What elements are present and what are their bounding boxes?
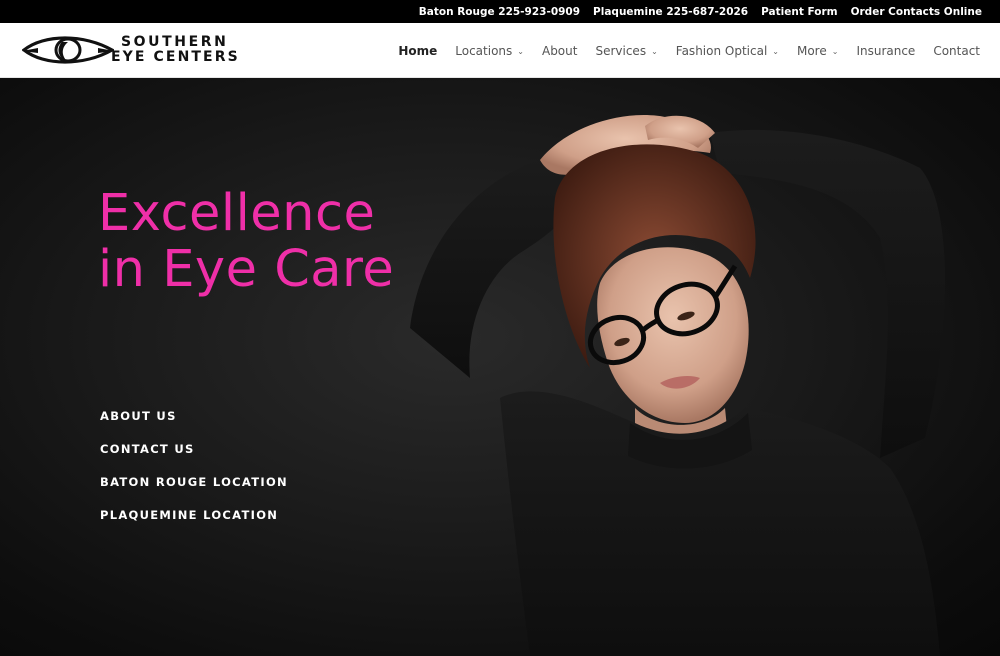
nav-locations[interactable]: Locations ⌄ — [455, 44, 524, 58]
plaquemine-location-link[interactable]: PLAQUEMINE LOCATION — [100, 507, 288, 523]
nav-more-label: More — [796, 43, 827, 58]
contact-us-link[interactable]: CONTACT US — [100, 441, 288, 457]
order-contacts-link[interactable]: Order Contacts Online — [851, 6, 982, 18]
chevron-down-icon: ⌄ — [517, 47, 524, 56]
nav-about[interactable]: About — [542, 44, 577, 58]
top-bar: Baton Rouge 225-923-0909 Plaquemine 225-… — [0, 0, 1000, 23]
about-us-link[interactable]: ABOUT US — [100, 408, 288, 424]
nav-locations-label: Locations — [455, 43, 513, 58]
logo-wordmark: SOUTHERN EYE CENTERS — [111, 34, 240, 65]
nav-fashion-optical[interactable]: Fashion Optical ⌄ — [676, 44, 779, 58]
nav-contact[interactable]: Contact — [933, 44, 980, 58]
logo-line-2: EYE CENTERS — [111, 49, 240, 65]
eye-logo-icon — [22, 36, 114, 64]
hero-photo — [410, 114, 945, 656]
nav-fashion-optical-label: Fashion Optical — [675, 43, 768, 58]
nav-more[interactable]: More ⌄ — [797, 44, 838, 58]
logo-line-1: SOUTHERN — [121, 34, 229, 50]
nav-home-label: Home — [398, 43, 438, 58]
plaquemine-phone-link[interactable]: Plaquemine 225-687-2026 — [593, 6, 748, 18]
patient-form-link[interactable]: Patient Form — [761, 6, 837, 18]
hero-headline-line-1: Excellence — [98, 184, 376, 243]
hero-links: ABOUT US CONTACT US BATON ROUGE LOCATION… — [100, 408, 288, 523]
site-logo[interactable]: SOUTHERN EYE CENTERS — [22, 32, 272, 68]
nav-home[interactable]: Home — [398, 44, 437, 58]
hero-headline: Excellence in Eye Care — [98, 186, 394, 298]
chevron-down-icon: ⌄ — [831, 47, 839, 56]
nav-services[interactable]: Services ⌄ — [595, 44, 657, 58]
nav-about-label: About — [541, 43, 578, 58]
baton-rouge-phone-link[interactable]: Baton Rouge 225-923-0909 — [419, 6, 580, 18]
nav-contact-label: Contact — [933, 43, 980, 58]
nav-insurance[interactable]: Insurance — [856, 44, 915, 58]
baton-rouge-location-link[interactable]: BATON ROUGE LOCATION — [100, 474, 288, 490]
nav-insurance-label: Insurance — [856, 43, 916, 58]
nav-services-label: Services — [595, 43, 647, 58]
site-header: SOUTHERN EYE CENTERS Home Locations ⌄ Ab… — [0, 23, 1000, 78]
chevron-down-icon: ⌄ — [651, 47, 658, 56]
chevron-down-icon: ⌄ — [772, 47, 779, 56]
hero-headline-line-2: in Eye Care — [98, 240, 395, 299]
hero-section: Excellence in Eye Care ABOUT US CONTACT … — [0, 78, 1000, 656]
main-nav: Home Locations ⌄ About Services ⌄ Fashio… — [398, 23, 980, 78]
